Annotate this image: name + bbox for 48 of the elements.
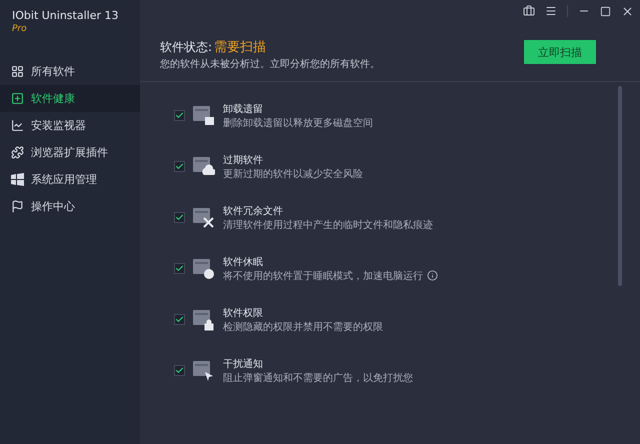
sidebar-item[interactable]: 安装监视器 xyxy=(0,112,140,139)
plus-icon xyxy=(11,92,24,105)
sidebar-item[interactable]: 所有软件 xyxy=(0,58,140,85)
feature-icon xyxy=(192,155,215,178)
feature-title: 干扰通知 xyxy=(223,358,264,370)
sidebar-item[interactable]: 软件健康 xyxy=(0,85,140,112)
feature-title: 软件权限 xyxy=(223,306,264,320)
grid-icon xyxy=(11,65,24,78)
status-label: 软件状态: xyxy=(160,39,212,56)
feature-title: 卸载遗留 xyxy=(223,102,264,116)
checkbox[interactable] xyxy=(174,212,185,223)
edition-label: Pro xyxy=(11,24,28,34)
windows-icon xyxy=(11,173,24,186)
sidebar-item[interactable]: 操作中心 xyxy=(0,193,140,220)
briefcase-icon[interactable] xyxy=(523,5,535,17)
feature-description: 清理软件使用过程中产生的临时文件和隐私痕迹 xyxy=(223,218,433,232)
close-icon[interactable] xyxy=(621,4,634,18)
checkbox[interactable] xyxy=(174,110,185,121)
app-title: IObit Uninstaller 13 xyxy=(11,9,120,22)
scrollbar[interactable] xyxy=(618,86,622,286)
checkbox[interactable] xyxy=(174,161,185,172)
feature-title: 过期软件 xyxy=(223,154,264,166)
checkbox[interactable] xyxy=(174,365,185,376)
feature-icon xyxy=(192,359,215,382)
chart-icon xyxy=(11,119,24,132)
sidebar-item[interactable]: 系统应用管理 xyxy=(0,166,140,193)
menu-icon[interactable] xyxy=(545,5,557,17)
feature-description: 阻止弹窗通知和不需要的广告，以免打扰您 xyxy=(223,372,413,384)
feature-title: 软件休眠 xyxy=(223,256,264,268)
status-description: 您的软件从未被分析过。立即分析您的所有软件。 xyxy=(160,58,380,71)
sidebar-item[interactable]: 浏览器扩展插件 xyxy=(0,139,140,166)
maximize-icon[interactable] xyxy=(600,6,611,16)
checkbox[interactable] xyxy=(174,314,185,325)
feature-icon xyxy=(192,104,215,127)
feature-description: 将不使用的软件置于睡眠模式，加速电脑运行 xyxy=(223,270,423,282)
scan-button[interactable]: 立即扫描 xyxy=(524,40,596,64)
checkbox[interactable] xyxy=(174,263,185,274)
feature-icon xyxy=(192,308,215,331)
feature-icon xyxy=(192,206,215,229)
flag-icon xyxy=(11,200,24,213)
feature-description: 检测隐藏的权限并禁用不需要的权限 xyxy=(223,320,383,334)
status-value: 需要扫描 xyxy=(214,39,266,56)
feature-title: 软件冗余文件 xyxy=(223,204,284,218)
feature-description: 删除卸载遗留以释放更多磁盘空间 xyxy=(223,116,373,130)
feature-icon xyxy=(192,257,215,280)
feature-description: 更新过期的软件以减少安全风险 xyxy=(223,168,363,180)
info-icon[interactable] xyxy=(427,270,438,281)
puzzle-icon xyxy=(11,146,24,159)
